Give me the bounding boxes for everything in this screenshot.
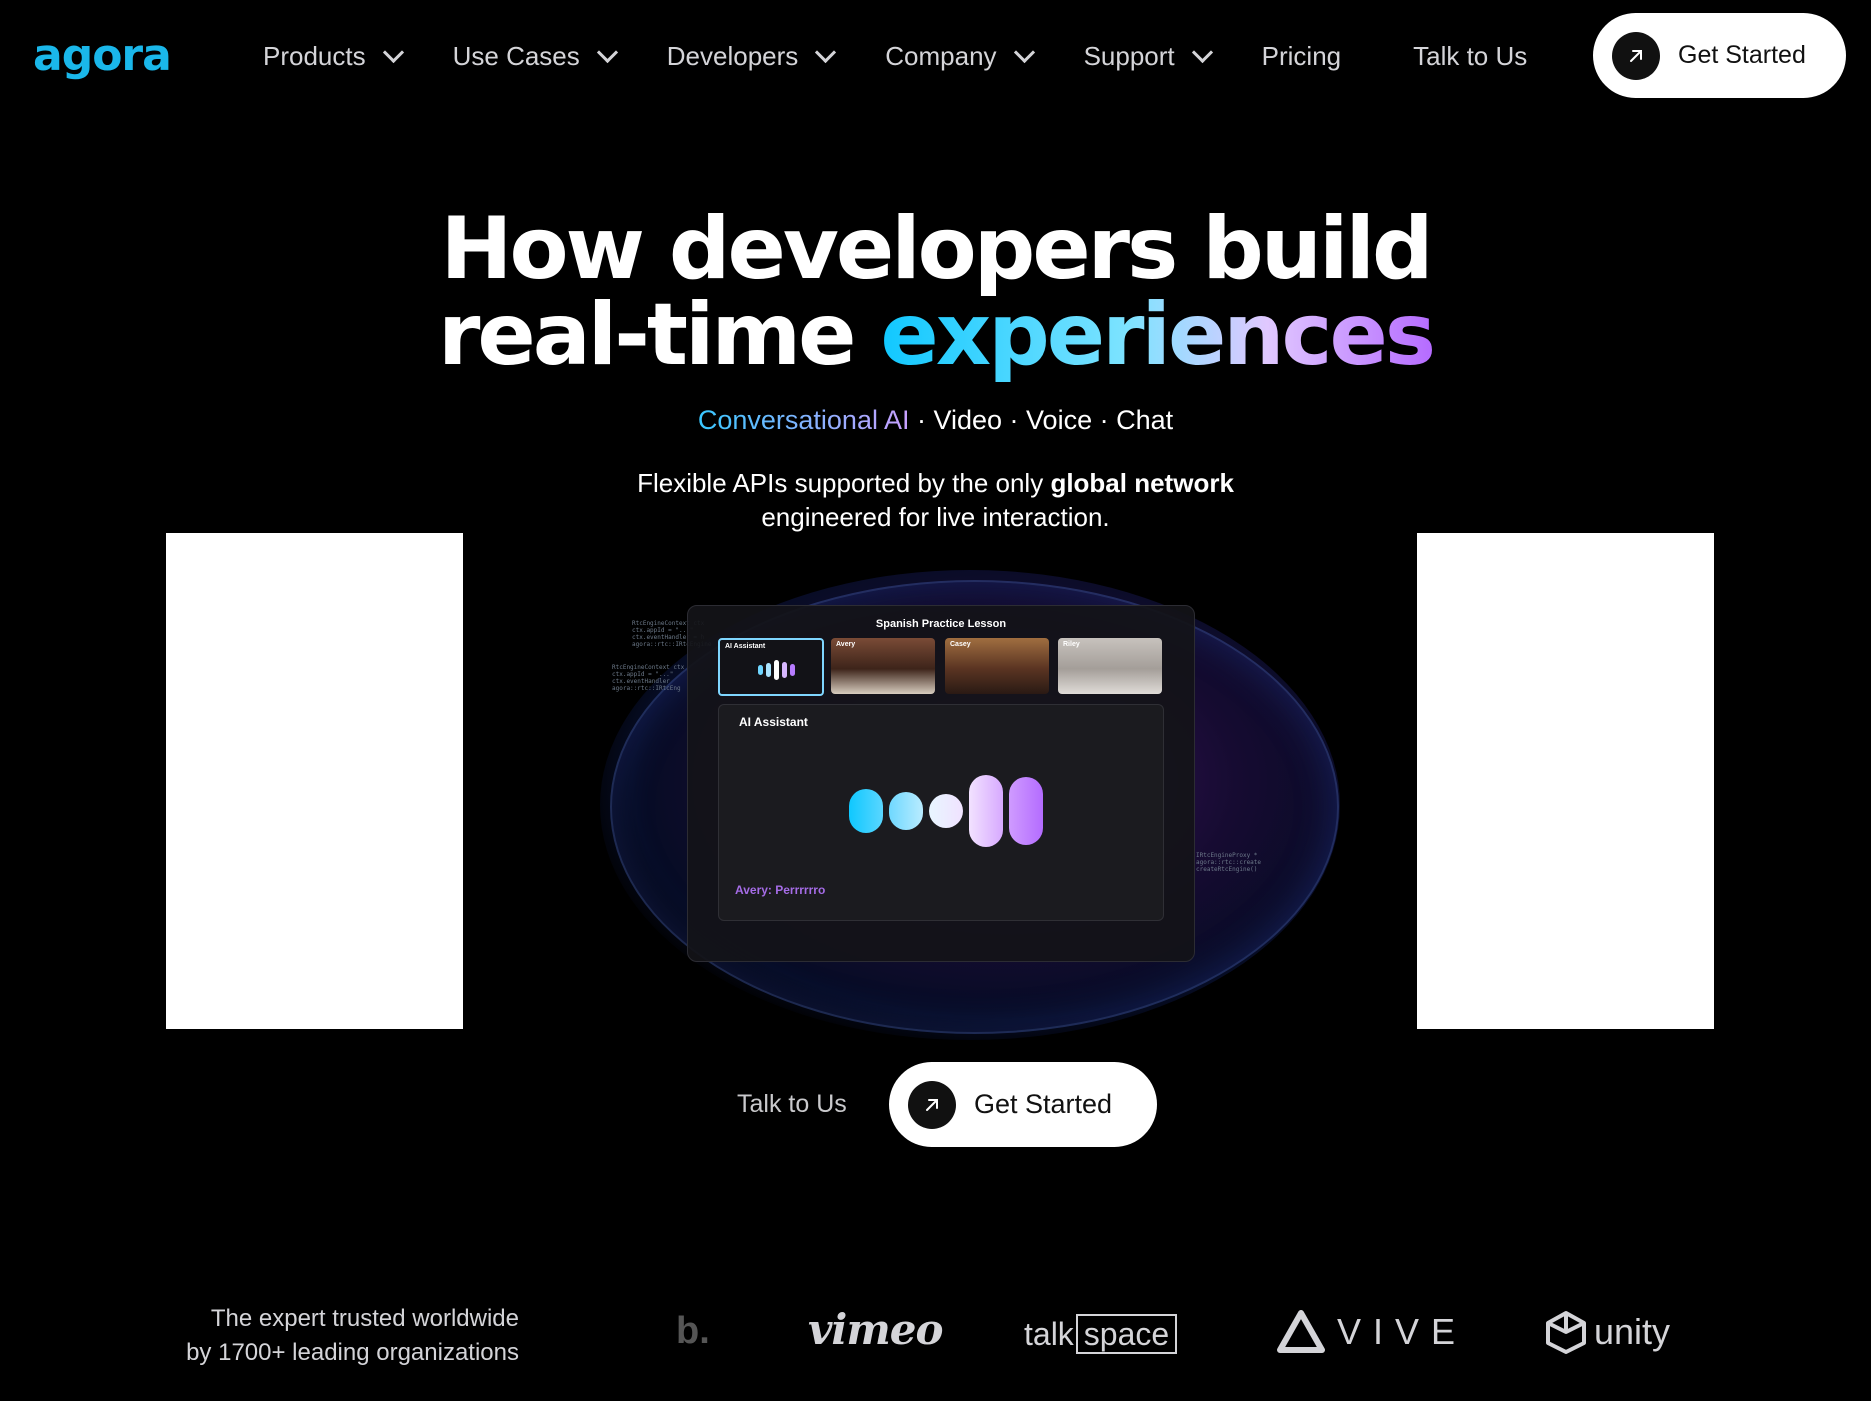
audio-wave-icon bbox=[758, 660, 795, 680]
nav-item-label: Company bbox=[885, 40, 997, 71]
window-title: Spanish Practice Lesson bbox=[875, 618, 1007, 630]
nav-item-pricing[interactable]: Pricing bbox=[1262, 41, 1341, 72]
left-placeholder-panel bbox=[166, 533, 463, 1029]
nav-item-label: Support bbox=[1083, 40, 1175, 71]
product-rest: · Video · Voice · Chat bbox=[909, 405, 1174, 435]
product-highlight: Conversational AI bbox=[697, 405, 910, 435]
participant-tile-avery[interactable]: Avery bbox=[831, 638, 935, 694]
agora-logo[interactable]: agora bbox=[33, 30, 172, 81]
unity-logo-text: unity bbox=[1594, 1311, 1671, 1352]
top-navigation: agora Products Use Cases Developers Comp… bbox=[0, 0, 1871, 112]
chevron-down-icon bbox=[382, 41, 404, 63]
desc-text-2: engineered for live interaction. bbox=[761, 502, 1110, 532]
trust-statement: The expert trusted worldwide by 1700+ le… bbox=[166, 1302, 519, 1370]
nav-item-label: Use Cases bbox=[452, 40, 580, 71]
nav-menu: Products Use Cases Developers Company Su… bbox=[263, 36, 1527, 76]
transcript-caption: Avery: Perrrrrro bbox=[735, 883, 826, 897]
vive-mark-icon bbox=[1277, 1310, 1325, 1353]
partial-customer-logo: b. bbox=[676, 1310, 710, 1352]
participant-name: Avery bbox=[836, 641, 856, 648]
main-speaker-panel: AI Assistant Avery: Perrrrrro bbox=[718, 704, 1164, 921]
trust-line-1: The expert trusted worldwide bbox=[210, 1305, 519, 1332]
code-snippet: IRtcEngineProxy * agora::rtc::create cre… bbox=[1196, 852, 1262, 873]
hero-title-line1: How developers build bbox=[440, 199, 1433, 299]
talkspace-logo: talk space bbox=[1024, 1314, 1178, 1354]
nav-item-label: Developers bbox=[666, 40, 799, 71]
nav-item-company[interactable]: Company bbox=[885, 40, 1035, 72]
arrow-up-right-icon bbox=[1612, 31, 1660, 80]
get-started-label: Get Started bbox=[1678, 41, 1806, 69]
nav-get-started-button[interactable]: Get Started bbox=[1593, 13, 1846, 98]
nav-item-use-cases[interactable]: Use Cases bbox=[452, 40, 618, 72]
chevron-down-icon bbox=[596, 41, 618, 63]
code-snippet: RtcEngineContext ctx ctx.appId = "..." c… bbox=[612, 664, 685, 692]
nav-item-label: Talk to Us bbox=[1413, 40, 1528, 71]
talk-to-us-link[interactable]: Talk to Us bbox=[737, 1090, 847, 1119]
hero-product-line: Conversational AI · Video · Voice · Chat bbox=[0, 405, 1871, 436]
participant-name: Casey bbox=[950, 641, 971, 648]
chevron-down-icon bbox=[815, 41, 837, 63]
hero-title-plain: real-time bbox=[437, 285, 881, 385]
participant-tile-casey[interactable]: Casey bbox=[945, 638, 1049, 694]
unity-cube-icon bbox=[1546, 1311, 1586, 1354]
chevron-down-icon bbox=[1191, 41, 1213, 63]
main-speaker-label: AI Assistant bbox=[739, 715, 808, 729]
vive-logo-text: VIVE bbox=[1337, 1311, 1468, 1352]
nav-item-support[interactable]: Support bbox=[1083, 40, 1213, 72]
participant-name: AI Assistant bbox=[725, 643, 766, 650]
voice-visualizer-icon bbox=[849, 775, 1043, 847]
hero-title-highlight: experiences bbox=[880, 285, 1436, 385]
unity-logo: unity bbox=[1544, 1310, 1670, 1354]
video-call-window: Spanish Practice Lesson AI Assistant Ave… bbox=[687, 605, 1195, 962]
trust-line-2: by 1700+ leading organizations bbox=[186, 1339, 519, 1366]
hero-demo-visual: RtcEngineContext ctx ctx.appId = "..." c… bbox=[600, 560, 1360, 1040]
nav-item-talk-to-us[interactable]: Talk to Us bbox=[1413, 41, 1527, 72]
participant-tile-riley[interactable]: Riley bbox=[1058, 638, 1162, 694]
nav-item-label: Pricing bbox=[1261, 40, 1342, 71]
participant-tile-ai[interactable]: AI Assistant bbox=[718, 638, 824, 696]
get-started-label: Get Started bbox=[974, 1089, 1113, 1119]
participant-name: Riley bbox=[1063, 641, 1080, 648]
vimeo-logo: vimeo bbox=[808, 1305, 944, 1354]
chevron-down-icon bbox=[1013, 41, 1035, 63]
nav-item-label: Products bbox=[263, 40, 366, 71]
vive-logo: VIVE bbox=[1277, 1310, 1467, 1354]
hero-title-line2: real-time experiences bbox=[0, 292, 1871, 378]
arrow-up-right-icon bbox=[908, 1080, 956, 1129]
desc-bold: global network bbox=[1050, 468, 1234, 498]
talkspace-logo-space: space bbox=[1075, 1314, 1178, 1354]
hero-get-started-button[interactable]: Get Started bbox=[889, 1062, 1157, 1147]
desc-text: Flexible APIs supported by the only bbox=[637, 468, 1051, 498]
right-placeholder-panel bbox=[1417, 533, 1714, 1029]
nav-item-developers[interactable]: Developers bbox=[666, 40, 837, 72]
talkspace-logo-talk: talk bbox=[1024, 1315, 1074, 1352]
nav-item-products[interactable]: Products bbox=[263, 40, 404, 72]
hero-description: Flexible APIs supported by the only glob… bbox=[0, 466, 1871, 534]
